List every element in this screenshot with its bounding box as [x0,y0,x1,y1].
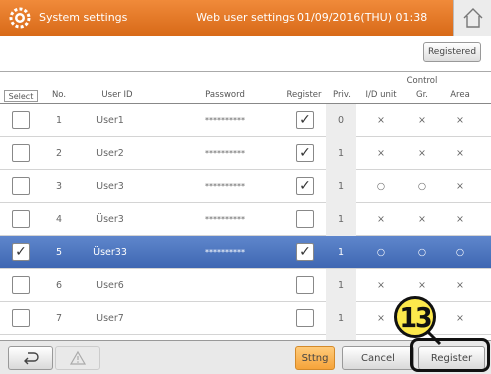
back-button[interactable] [8,346,53,370]
register-checkbox[interactable] [296,210,314,228]
header-bar: System settings Web user settings 01/09/… [0,0,491,36]
register-checkbox[interactable]: ✓ [296,111,314,129]
user-id-cell: User1 [96,115,124,126]
priv-cell: 1 [337,280,345,291]
user-id-cell: User6 [96,280,124,291]
row-number: 5 [55,247,63,258]
column-select[interactable]: Select [4,90,38,102]
sttng-button[interactable]: Sttng [295,346,335,370]
password-cell: ********** [205,182,245,191]
select-checkbox[interactable] [12,111,30,129]
area-cell: × [456,115,464,126]
row-number: 3 [55,181,63,192]
idu-unit-cell: × [377,115,385,126]
password-cell: ********** [205,248,245,257]
priv-cell: 1 [337,181,345,192]
user-id-cell: Üser3 [96,214,124,225]
select-checkbox[interactable] [12,144,30,162]
register-checkbox[interactable]: ✓ [296,243,314,261]
warning-icon [69,350,86,365]
password-cell: ********** [205,215,245,224]
control-gr-cell: × [418,148,426,159]
idu-unit-cell: ○ [376,247,386,258]
priv-cell: 1 [337,247,345,258]
back-arrow-icon [23,352,39,365]
table-header: Select No. User ID Password Register Pri… [0,71,491,104]
password-cell: ********** [205,149,245,158]
select-checkbox[interactable] [12,177,30,195]
row-number: 7 [55,313,63,324]
column-area: Area [450,90,470,100]
area-cell: × [456,313,464,324]
cancel-button[interactable]: Cancel [342,346,414,370]
area-cell: ○ [455,247,465,258]
area-cell: × [456,214,464,225]
select-checkbox[interactable] [12,210,30,228]
area-cell: × [456,148,464,159]
priv-cell: 1 [337,148,345,159]
registered-button[interactable]: Registered [423,42,481,62]
home-icon [463,8,483,28]
register-checkbox[interactable]: ✓ [296,144,314,162]
password-cell [175,269,275,302]
column-control-gr: Gr. [415,90,428,100]
row-number: 2 [55,148,63,159]
table-row[interactable]: ✓ 5 Üser33 ********** 1 ○ ○ ○ ✓ [0,236,491,269]
callout-highlight-ring [410,338,490,372]
column-idu-unit: I/D unit [365,90,397,100]
table-row[interactable]: 1 User1 ********** 0 × × × ✓ [0,104,491,137]
register-checkbox[interactable] [296,309,314,327]
row-number: 1 [55,115,63,126]
column-control-header: Control [406,76,438,86]
register-checkbox[interactable]: ✓ [296,177,314,195]
control-gr-cell: × [418,214,426,225]
priv-cell: 0 [337,115,345,126]
select-checkbox[interactable] [12,309,30,327]
idu-unit-cell: × [377,214,385,225]
column-password: Password [205,90,245,100]
table-row[interactable]: 4 Üser3 ********** 1 × × × [0,203,491,236]
warning-button[interactable] [55,346,100,370]
datetime-display: 01/09/2016(THU) 01:38 [297,11,428,24]
password-cell: ********** [205,116,245,125]
area-cell: × [456,181,464,192]
column-user-id: User ID [101,90,133,100]
table-row[interactable]: 3 User3 ********** 1 ○ ○ × ✓ [0,170,491,203]
table-row[interactable]: 2 User2 ********** 1 × × × ✓ [0,137,491,170]
user-id-cell: User7 [96,313,124,324]
control-gr-cell: ○ [417,181,427,192]
column-priv: Priv. [333,90,351,100]
row-number: 4 [55,214,63,225]
user-id-cell: User3 [96,181,124,192]
user-id-cell: User2 [96,148,124,159]
home-button[interactable] [453,0,491,36]
idu-unit-cell: × [377,148,385,159]
control-gr-cell: × [418,115,426,126]
password-cell [175,302,275,335]
register-checkbox[interactable] [296,276,314,294]
priv-cell: 1 [337,214,345,225]
select-checkbox[interactable]: ✓ [12,243,30,261]
priv-cell: 1 [337,313,345,324]
column-register: Register [286,90,322,100]
column-no: No. [51,90,67,100]
idu-unit-cell: ○ [376,181,386,192]
row-number: 6 [55,280,63,291]
area-cell: × [456,280,464,291]
select-checkbox[interactable] [12,276,30,294]
idu-unit-cell: × [377,280,385,291]
callout-number-badge: 13 [394,296,436,338]
user-id-cell: Üser33 [93,247,127,258]
control-gr-cell: ○ [417,247,427,258]
